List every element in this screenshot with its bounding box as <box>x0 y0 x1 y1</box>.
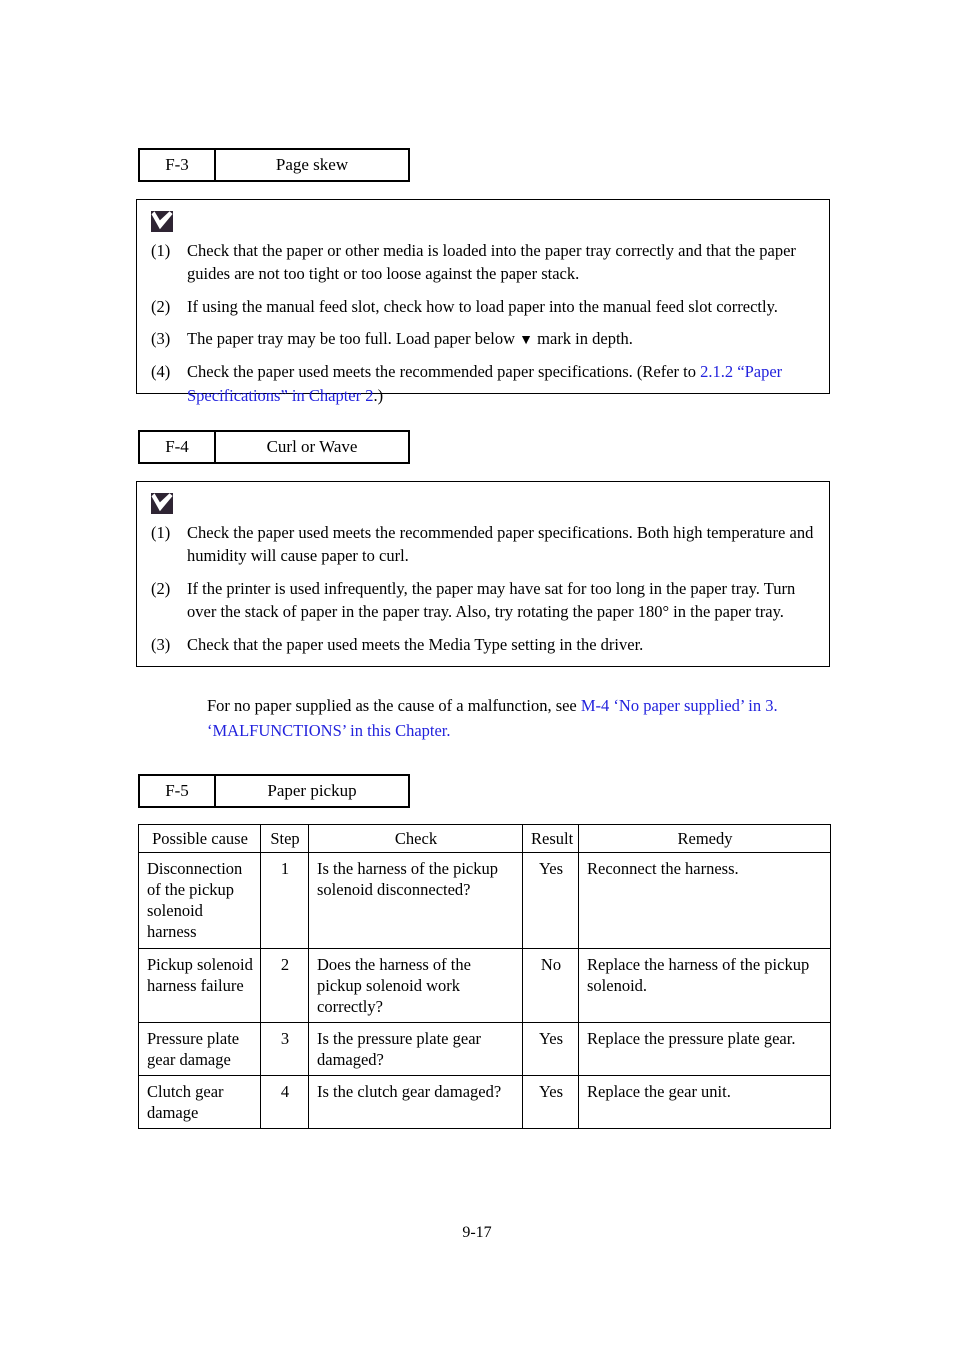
cell-remedy: Reconnect the harness. <box>578 852 831 949</box>
diagnostic-table: Possible cause Step Check Result Remedy … <box>138 823 831 1130</box>
table-row: Pickup solenoid harness failure 2 Does t… <box>138 947 831 1023</box>
table-row: Clutch gear damage 4 Is the clutch gear … <box>138 1075 831 1130</box>
item-text: If using the manual feed slot, check how… <box>187 296 778 316</box>
cell-check: Is the pressure plate gear damaged? <box>308 1021 523 1077</box>
item-number: (4) <box>151 362 171 382</box>
section-name-f4: Curl or Wave <box>266 437 358 456</box>
note-paragraph: For no paper supplied as the cause of a … <box>207 693 832 743</box>
notice-item: (3) Check that the paper used meets the … <box>151 633 815 656</box>
cell-possible-cause: Clutch gear damage <box>138 1075 261 1130</box>
cell-possible-cause: Disconnection of the pickup solenoid har… <box>138 852 261 949</box>
section-code-f3: F-3 <box>140 150 216 180</box>
cell-check: Is the harness of the pickup solenoid di… <box>308 852 523 949</box>
table-row: Pressure plate gear damage 3 Is the pres… <box>138 1021 831 1077</box>
notice-item: (4) Check the paper used meets the recom… <box>151 360 815 407</box>
section-code-f4: F-4 <box>140 432 216 462</box>
notice-item: (2) If the printer is used infrequently,… <box>151 577 815 624</box>
notice-item: (3) The paper tray may be too full. Load… <box>151 327 815 351</box>
cell-check: Is the clutch gear damaged? <box>308 1075 523 1130</box>
check-mark-box-icon <box>151 493 173 514</box>
item-text: Check the paper used meets the recommend… <box>187 362 783 405</box>
item-number: (3) <box>151 634 171 654</box>
check-mark-box-icon <box>151 211 173 232</box>
down-triangle-icon: ▼ <box>519 333 534 349</box>
item-text: Check that the paper or other media is l… <box>187 241 796 284</box>
table-header-row: Possible cause Step Check Result Remedy <box>138 823 831 854</box>
section-title-box-f3: F-3 Page skew <box>138 148 410 182</box>
cell-possible-cause: Pressure plate gear damage <box>138 1021 261 1077</box>
item-number: (2) <box>151 578 171 598</box>
notice-items-f4: (1) Check the paper used meets the recom… <box>151 521 815 656</box>
cell-result: No <box>522 947 579 1023</box>
column-header-remedy: Remedy <box>578 823 831 854</box>
page-number: 9-17 <box>462 1224 492 1241</box>
notice-item: (1) Check the paper used meets the recom… <box>151 521 815 568</box>
column-header-result: Result <box>522 823 579 854</box>
notice-item: (1) Check that the paper or other media … <box>151 239 815 286</box>
cell-result: Yes <box>522 1021 579 1077</box>
section-title-box-f5: F-5 Paper pickup <box>138 774 410 808</box>
cell-step: 4 <box>260 1075 309 1130</box>
cell-possible-cause: Pickup solenoid harness failure <box>138 947 261 1023</box>
item-text: Check that the paper used meets the Medi… <box>187 634 644 654</box>
section-name-f3: Page skew <box>275 155 349 174</box>
item-text: If the printer is used infrequently, the… <box>187 578 796 622</box>
table-row: Disconnection of the pickup solenoid har… <box>138 852 831 949</box>
notice-box-f4: (1) Check the paper used meets the recom… <box>136 481 830 667</box>
note-paragraph-plain: For no paper supplied as the cause of a … <box>207 696 581 715</box>
section-code-f5: F-5 <box>140 776 216 806</box>
item-text: The paper tray may be too full. Load pap… <box>187 329 633 349</box>
item-number: (2) <box>151 296 171 316</box>
cell-step: 1 <box>260 852 309 949</box>
cell-result: Yes <box>522 1075 579 1130</box>
item-text: Check the paper used meets the recommend… <box>187 523 814 566</box>
item-number: (3) <box>151 329 171 349</box>
cell-result: Yes <box>522 852 579 949</box>
notice-box-f3: (1) Check that the paper or other media … <box>136 199 830 405</box>
section-title-box-f4: F-4 Curl or Wave <box>138 430 410 464</box>
section-name-f5: Paper pickup <box>267 781 357 800</box>
cell-step: 3 <box>260 1021 309 1077</box>
cell-remedy: Replace the gear unit. <box>578 1075 831 1130</box>
column-header-step: Step <box>260 823 309 854</box>
notice-item: (2) If using the manual feed slot, check… <box>151 295 815 318</box>
item-number: (1) <box>151 523 171 542</box>
item-number: (1) <box>151 241 171 260</box>
cell-remedy: Replace the harness of the pickup soleno… <box>578 947 831 1023</box>
cell-check: Does the harness of the pickup solenoid … <box>308 947 523 1023</box>
column-header-possible-cause: Possible cause <box>138 823 261 854</box>
column-header-check: Check <box>308 823 523 854</box>
cell-step: 2 <box>260 947 309 1023</box>
cell-remedy: Replace the pressure plate gear. <box>578 1021 831 1077</box>
notice-items-f3: (1) Check that the paper or other media … <box>151 239 815 407</box>
document-page: F-3 Page skew (1) Check that the paper o… <box>0 0 954 1351</box>
